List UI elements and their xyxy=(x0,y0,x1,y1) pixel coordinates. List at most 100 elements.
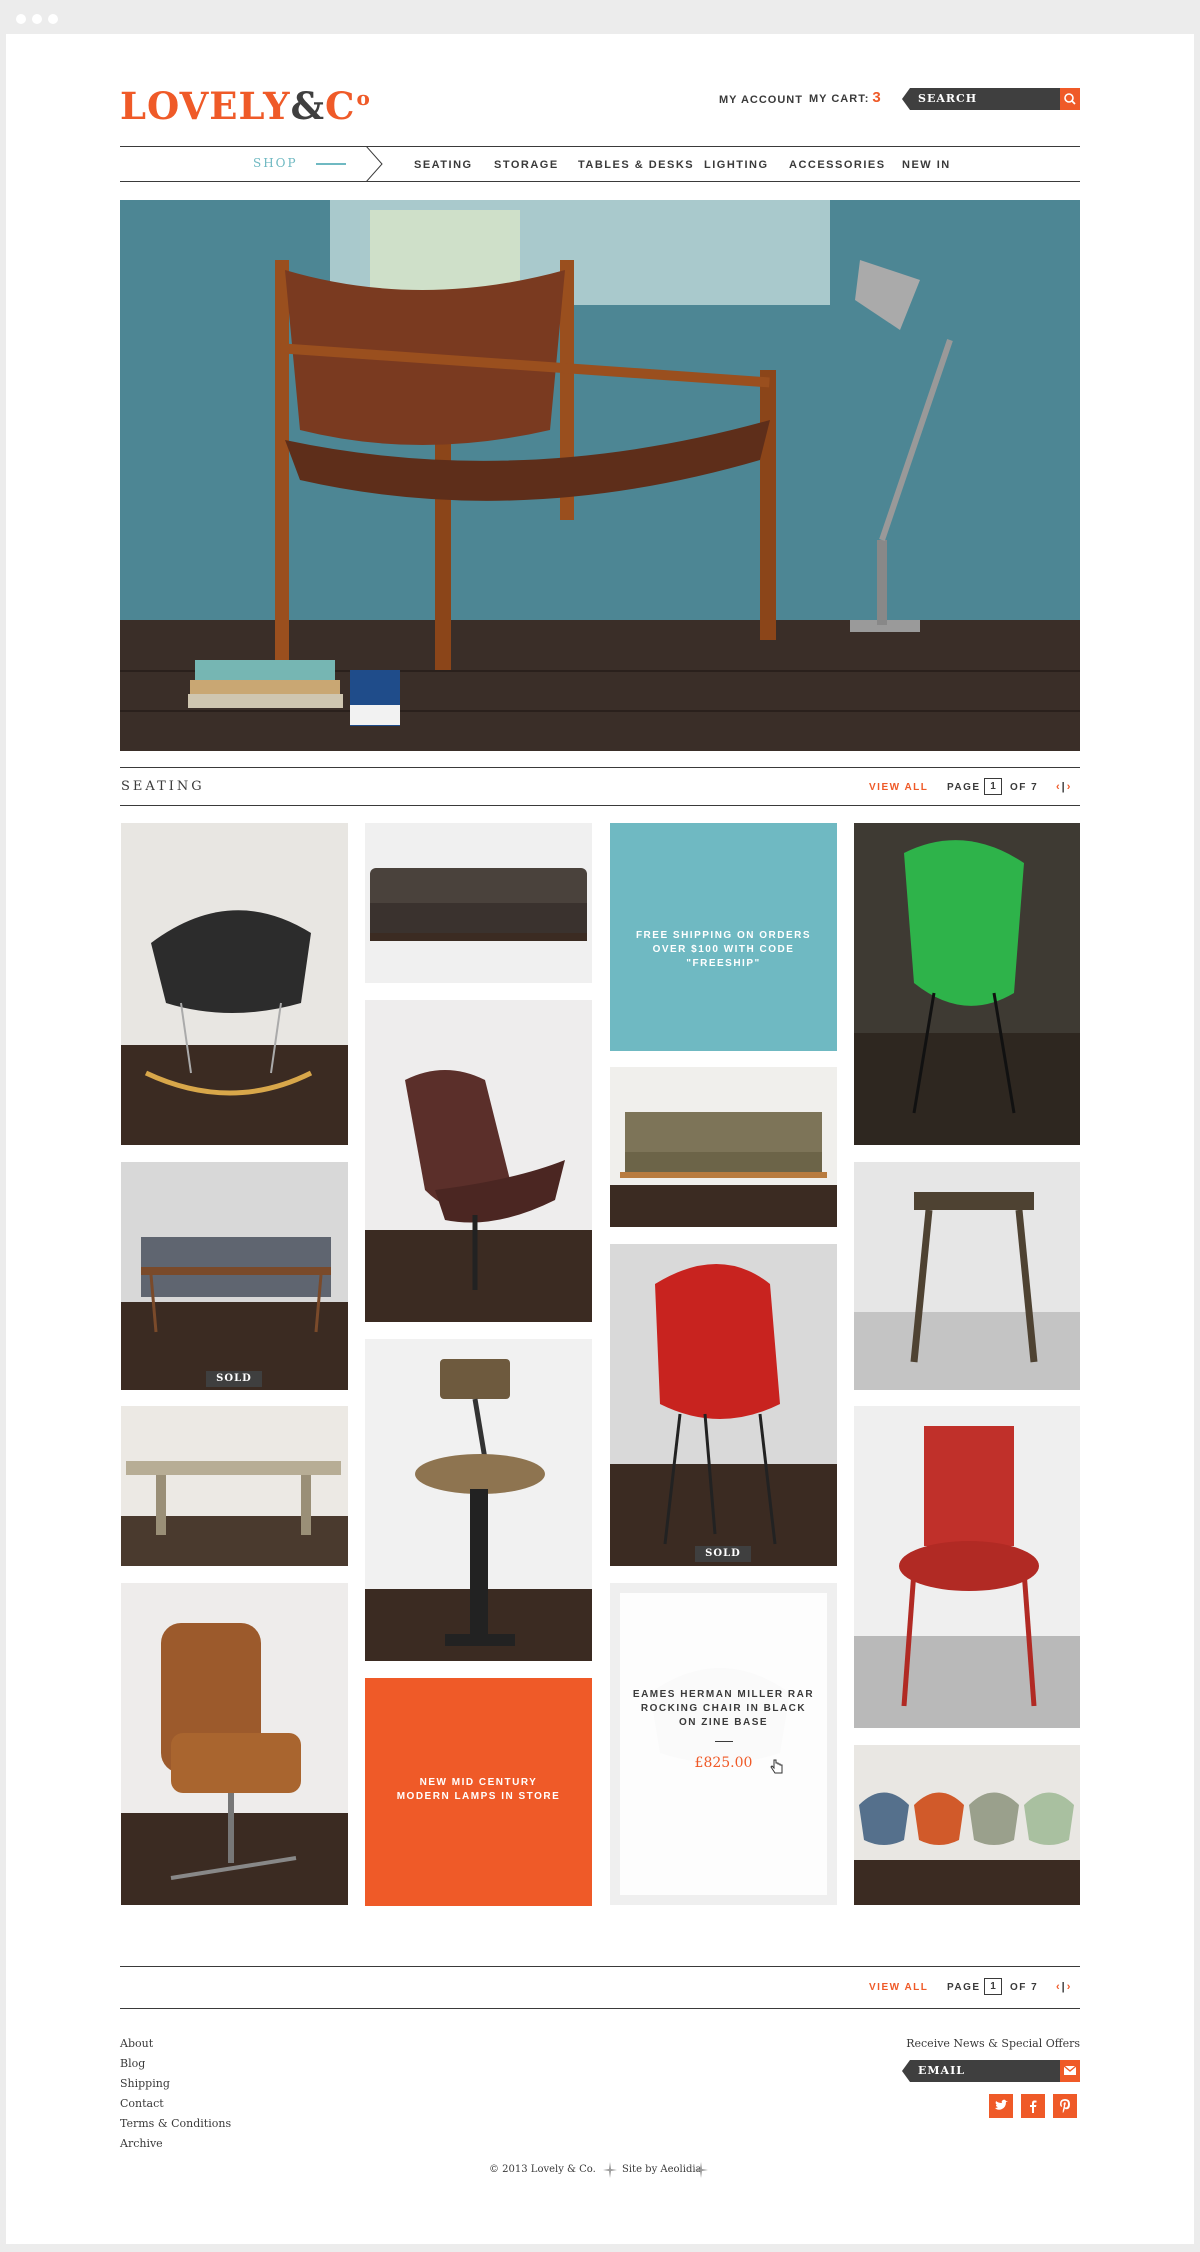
logo-co: C xyxy=(324,84,356,128)
product-tile-falcon-chair[interactable] xyxy=(365,1000,592,1322)
page-number-input-bottom[interactable]: 1 xyxy=(984,1978,1002,1995)
promo-tile-lamps[interactable]: NEW MID CENTURY MODERN LAMPS IN STORE xyxy=(365,1678,592,1906)
main-nav: SHOP SEATING STORAGE TABLES & DESKS LIGH… xyxy=(120,146,1080,182)
nav-item-accessories[interactable]: ACCESSORIES xyxy=(789,158,886,172)
footer-links: About Blog Shipping Contact Terms & Cond… xyxy=(120,2037,231,2151)
page-total-bottom: OF 7 xyxy=(1010,1982,1039,1993)
page-total: OF 7 xyxy=(1010,782,1039,793)
section-title: SEATING xyxy=(121,779,205,794)
product-tile-leather-sofa[interactable] xyxy=(365,823,592,983)
my-cart-link[interactable]: MY CART: 3 xyxy=(809,89,882,106)
chevron-divider-icon xyxy=(366,146,383,182)
product-tile-red-shell-chair[interactable]: SOLD xyxy=(610,1244,837,1566)
product-hover-overlay xyxy=(620,1593,827,1895)
product-image xyxy=(121,1583,348,1905)
email-signup[interactable]: EMAIL xyxy=(902,2060,1080,2082)
search-icon xyxy=(1064,93,1076,105)
product-tile-tolix-chair[interactable] xyxy=(854,1406,1080,1728)
promo-shipping-text: FREE SHIPPING ON ORDERS OVER $100 WITH C… xyxy=(635,930,812,969)
window-dot xyxy=(16,14,26,24)
site-credit[interactable]: Site by Aeolidia xyxy=(622,2163,702,2177)
product-image xyxy=(854,1406,1080,1728)
email-submit-button[interactable] xyxy=(1060,2060,1080,2082)
cart-count: 3 xyxy=(872,89,882,106)
copyright: © 2013 Lovely & Co. xyxy=(489,2164,596,2175)
email-placeholder: EMAIL xyxy=(918,2064,965,2077)
nav-item-lighting[interactable]: LIGHTING xyxy=(704,158,769,172)
nav-item-tables-desks[interactable]: TABLES & DESKS xyxy=(578,158,694,172)
search-button[interactable] xyxy=(1060,88,1080,110)
logo-ampersand: & xyxy=(290,84,325,128)
pagination-arrows-bottom: ‹|› xyxy=(1056,1980,1072,1994)
view-all-link[interactable]: VIEW ALL xyxy=(869,781,928,795)
product-image xyxy=(854,1162,1080,1390)
product-name: EAMES HERMAN MILLER RAR ROCKING CHAIR IN… xyxy=(632,1689,815,1728)
view-all-link-bottom[interactable]: VIEW ALL xyxy=(869,1981,928,1995)
envelope-icon xyxy=(1063,2065,1077,2075)
pagination-top-rule xyxy=(120,1966,1080,1967)
promo-tile-shipping[interactable]: FREE SHIPPING ON ORDERS OVER $100 WITH C… xyxy=(610,823,837,1051)
sparkle-icon xyxy=(694,2162,708,2178)
product-image xyxy=(854,823,1080,1145)
product-image xyxy=(121,1406,348,1566)
sparkle-icon xyxy=(603,2162,617,2178)
nav-item-storage[interactable]: STORAGE xyxy=(494,158,559,172)
divider xyxy=(715,1741,733,1742)
product-tile-wooden-stool[interactable] xyxy=(854,1162,1080,1390)
footer-link-contact[interactable]: Contact xyxy=(120,2097,231,2111)
product-image xyxy=(365,1339,592,1661)
next-page-button[interactable]: › xyxy=(1067,1981,1073,1993)
window-dot xyxy=(32,14,42,24)
cart-label: MY CART: xyxy=(809,93,870,105)
product-image xyxy=(854,1745,1080,1905)
pinterest-icon[interactable] xyxy=(1053,2094,1077,2118)
logo-text: LOVELY xyxy=(120,84,291,128)
logo-sup: o xyxy=(356,86,371,110)
footer-link-blog[interactable]: Blog xyxy=(120,2057,231,2071)
page-label: PAGE xyxy=(947,782,981,793)
promo-lamps-text: NEW MID CENTURY MODERN LAMPS IN STORE xyxy=(396,1777,561,1802)
pagination-bottom-rule xyxy=(120,2008,1080,2009)
footer-link-terms[interactable]: Terms & Conditions xyxy=(120,2117,231,2131)
hero-photo xyxy=(120,200,1080,751)
search-box[interactable]: SEARCH xyxy=(902,88,1080,110)
shop-label: SHOP xyxy=(120,146,383,182)
site-logo[interactable]: LOVELY&Co xyxy=(120,78,371,126)
footer-link-about[interactable]: About xyxy=(120,2037,231,2051)
product-tile-rar-rocker-hover[interactable]: EAMES HERMAN MILLER RAR ROCKING CHAIR IN… xyxy=(610,1583,837,1905)
page-number-input[interactable]: 1 xyxy=(984,778,1002,795)
product-tile-green-shell-chair[interactable] xyxy=(854,823,1080,1145)
newsletter-label: Receive News & Special Offers xyxy=(906,2037,1080,2050)
next-page-button[interactable]: › xyxy=(1067,781,1073,793)
footer-link-archive[interactable]: Archive xyxy=(120,2137,231,2151)
page-label-bottom: PAGE xyxy=(947,1982,981,1993)
hero-image[interactable] xyxy=(120,200,1080,751)
product-image xyxy=(610,1067,837,1227)
pagination-arrows: ‹|› xyxy=(1056,780,1072,794)
product-tile-sofa-grey[interactable]: SOLD xyxy=(121,1162,348,1390)
product-tile-industrial-stool[interactable] xyxy=(365,1339,592,1661)
hand-cursor-icon xyxy=(770,1759,783,1774)
nav-item-seating[interactable]: SEATING xyxy=(414,158,473,172)
sold-badge: SOLD xyxy=(695,1546,751,1562)
product-tile-shell-chairs-row[interactable] xyxy=(854,1745,1080,1905)
product-image xyxy=(121,1162,348,1390)
product-image xyxy=(610,1244,837,1566)
my-account-link[interactable]: MY ACCOUNT xyxy=(719,93,803,107)
product-image xyxy=(121,823,348,1145)
section-top-rule xyxy=(120,767,1080,768)
facebook-icon[interactable] xyxy=(1021,2094,1045,2118)
nav-item-new-in[interactable]: NEW IN xyxy=(902,158,951,172)
product-tile-teak-sofa[interactable] xyxy=(610,1067,837,1227)
window-dot xyxy=(48,14,58,24)
twitter-icon[interactable] xyxy=(989,2094,1013,2118)
product-tile-eames-rocker[interactable] xyxy=(121,823,348,1145)
product-price: £825.00 xyxy=(694,1755,753,1771)
footer-link-shipping[interactable]: Shipping xyxy=(120,2077,231,2091)
shop-text: SHOP xyxy=(253,156,298,170)
arrow-right-icon xyxy=(316,163,346,165)
product-image xyxy=(365,1000,592,1322)
product-tile-bench[interactable] xyxy=(121,1406,348,1566)
product-tile-leather-office-chair[interactable] xyxy=(121,1583,348,1905)
product-image xyxy=(365,823,592,983)
